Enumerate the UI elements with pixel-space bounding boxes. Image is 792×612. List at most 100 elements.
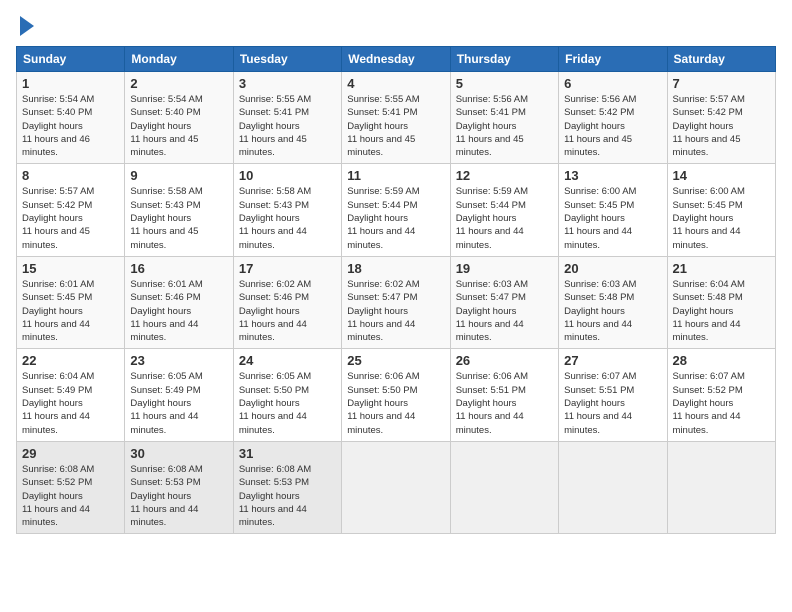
- day-info: Sunrise: 6:00 AMSunset: 5:45 PMDaylight …: [564, 186, 636, 250]
- calendar-cell: 6 Sunrise: 5:56 AMSunset: 5:42 PMDayligh…: [559, 72, 667, 164]
- day-number: 6: [564, 76, 661, 91]
- day-info: Sunrise: 6:03 AMSunset: 5:47 PMDaylight …: [456, 279, 528, 343]
- day-number: 17: [239, 261, 336, 276]
- day-info: Sunrise: 5:59 AMSunset: 5:44 PMDaylight …: [456, 186, 528, 250]
- week-row-4: 22 Sunrise: 6:04 AMSunset: 5:49 PMDaylig…: [17, 349, 776, 441]
- calendar-cell: [559, 441, 667, 533]
- day-number: 7: [673, 76, 770, 91]
- day-info: Sunrise: 6:02 AMSunset: 5:47 PMDaylight …: [347, 279, 419, 343]
- calendar-table: SundayMondayTuesdayWednesdayThursdayFrid…: [16, 46, 776, 534]
- calendar-cell: 4 Sunrise: 5:55 AMSunset: 5:41 PMDayligh…: [342, 72, 450, 164]
- logo-arrow-icon: [20, 16, 34, 36]
- day-info: Sunrise: 6:01 AMSunset: 5:46 PMDaylight …: [130, 279, 202, 343]
- day-info: Sunrise: 6:06 AMSunset: 5:50 PMDaylight …: [347, 371, 419, 435]
- day-number: 29: [22, 446, 119, 461]
- calendar-cell: 10 Sunrise: 5:58 AMSunset: 5:43 PMDaylig…: [233, 164, 341, 256]
- calendar-cell: 3 Sunrise: 5:55 AMSunset: 5:41 PMDayligh…: [233, 72, 341, 164]
- calendar-cell: 14 Sunrise: 6:00 AMSunset: 5:45 PMDaylig…: [667, 164, 775, 256]
- day-info: Sunrise: 6:07 AMSunset: 5:51 PMDaylight …: [564, 371, 636, 435]
- calendar-cell: 2 Sunrise: 5:54 AMSunset: 5:40 PMDayligh…: [125, 72, 233, 164]
- day-number: 1: [22, 76, 119, 91]
- day-info: Sunrise: 6:08 AMSunset: 5:52 PMDaylight …: [22, 464, 94, 528]
- day-number: 2: [130, 76, 227, 91]
- day-info: Sunrise: 5:54 AMSunset: 5:40 PMDaylight …: [22, 94, 94, 158]
- header: [16, 16, 776, 36]
- day-number: 24: [239, 353, 336, 368]
- day-number: 25: [347, 353, 444, 368]
- calendar-cell: 30 Sunrise: 6:08 AMSunset: 5:53 PMDaylig…: [125, 441, 233, 533]
- calendar-cell: 24 Sunrise: 6:05 AMSunset: 5:50 PMDaylig…: [233, 349, 341, 441]
- day-info: Sunrise: 6:01 AMSunset: 5:45 PMDaylight …: [22, 279, 94, 343]
- calendar-cell: 5 Sunrise: 5:56 AMSunset: 5:41 PMDayligh…: [450, 72, 558, 164]
- week-row-5: 29 Sunrise: 6:08 AMSunset: 5:52 PMDaylig…: [17, 441, 776, 533]
- day-info: Sunrise: 6:08 AMSunset: 5:53 PMDaylight …: [130, 464, 202, 528]
- calendar-cell: 8 Sunrise: 5:57 AMSunset: 5:42 PMDayligh…: [17, 164, 125, 256]
- calendar-cell: 17 Sunrise: 6:02 AMSunset: 5:46 PMDaylig…: [233, 256, 341, 348]
- day-number: 31: [239, 446, 336, 461]
- day-info: Sunrise: 5:54 AMSunset: 5:40 PMDaylight …: [130, 94, 202, 158]
- main-container: SundayMondayTuesdayWednesdayThursdayFrid…: [0, 0, 792, 542]
- calendar-cell: 16 Sunrise: 6:01 AMSunset: 5:46 PMDaylig…: [125, 256, 233, 348]
- header-day-sunday: Sunday: [17, 47, 125, 72]
- day-number: 8: [22, 168, 119, 183]
- day-info: Sunrise: 5:58 AMSunset: 5:43 PMDaylight …: [239, 186, 311, 250]
- calendar-cell: 31 Sunrise: 6:08 AMSunset: 5:53 PMDaylig…: [233, 441, 341, 533]
- day-info: Sunrise: 5:56 AMSunset: 5:41 PMDaylight …: [456, 94, 528, 158]
- day-number: 27: [564, 353, 661, 368]
- day-info: Sunrise: 5:57 AMSunset: 5:42 PMDaylight …: [673, 94, 745, 158]
- day-number: 20: [564, 261, 661, 276]
- day-number: 22: [22, 353, 119, 368]
- day-info: Sunrise: 5:58 AMSunset: 5:43 PMDaylight …: [130, 186, 202, 250]
- calendar-cell: 23 Sunrise: 6:05 AMSunset: 5:49 PMDaylig…: [125, 349, 233, 441]
- calendar-cell: 7 Sunrise: 5:57 AMSunset: 5:42 PMDayligh…: [667, 72, 775, 164]
- day-info: Sunrise: 5:59 AMSunset: 5:44 PMDaylight …: [347, 186, 419, 250]
- day-number: 13: [564, 168, 661, 183]
- header-day-tuesday: Tuesday: [233, 47, 341, 72]
- day-number: 14: [673, 168, 770, 183]
- calendar-header-row: SundayMondayTuesdayWednesdayThursdayFrid…: [17, 47, 776, 72]
- week-row-2: 8 Sunrise: 5:57 AMSunset: 5:42 PMDayligh…: [17, 164, 776, 256]
- day-info: Sunrise: 6:02 AMSunset: 5:46 PMDaylight …: [239, 279, 311, 343]
- day-info: Sunrise: 6:00 AMSunset: 5:45 PMDaylight …: [673, 186, 745, 250]
- calendar-cell: [342, 441, 450, 533]
- day-info: Sunrise: 6:04 AMSunset: 5:48 PMDaylight …: [673, 279, 745, 343]
- day-number: 4: [347, 76, 444, 91]
- calendar-cell: 13 Sunrise: 6:00 AMSunset: 5:45 PMDaylig…: [559, 164, 667, 256]
- calendar-cell: 26 Sunrise: 6:06 AMSunset: 5:51 PMDaylig…: [450, 349, 558, 441]
- logo: [16, 16, 34, 36]
- day-info: Sunrise: 5:55 AMSunset: 5:41 PMDaylight …: [239, 94, 311, 158]
- day-info: Sunrise: 6:04 AMSunset: 5:49 PMDaylight …: [22, 371, 94, 435]
- day-number: 15: [22, 261, 119, 276]
- calendar-cell: 9 Sunrise: 5:58 AMSunset: 5:43 PMDayligh…: [125, 164, 233, 256]
- day-info: Sunrise: 6:03 AMSunset: 5:48 PMDaylight …: [564, 279, 636, 343]
- day-number: 21: [673, 261, 770, 276]
- calendar-cell: 19 Sunrise: 6:03 AMSunset: 5:47 PMDaylig…: [450, 256, 558, 348]
- header-day-thursday: Thursday: [450, 47, 558, 72]
- day-number: 28: [673, 353, 770, 368]
- header-day-friday: Friday: [559, 47, 667, 72]
- calendar-cell: 18 Sunrise: 6:02 AMSunset: 5:47 PMDaylig…: [342, 256, 450, 348]
- day-info: Sunrise: 5:55 AMSunset: 5:41 PMDaylight …: [347, 94, 419, 158]
- day-info: Sunrise: 6:05 AMSunset: 5:50 PMDaylight …: [239, 371, 311, 435]
- calendar-cell: 20 Sunrise: 6:03 AMSunset: 5:48 PMDaylig…: [559, 256, 667, 348]
- calendar-cell: 11 Sunrise: 5:59 AMSunset: 5:44 PMDaylig…: [342, 164, 450, 256]
- calendar-cell: 1 Sunrise: 5:54 AMSunset: 5:40 PMDayligh…: [17, 72, 125, 164]
- day-number: 9: [130, 168, 227, 183]
- header-day-wednesday: Wednesday: [342, 47, 450, 72]
- day-number: 3: [239, 76, 336, 91]
- day-number: 30: [130, 446, 227, 461]
- calendar-cell: 21 Sunrise: 6:04 AMSunset: 5:48 PMDaylig…: [667, 256, 775, 348]
- calendar-cell: 25 Sunrise: 6:06 AMSunset: 5:50 PMDaylig…: [342, 349, 450, 441]
- calendar-cell: 22 Sunrise: 6:04 AMSunset: 5:49 PMDaylig…: [17, 349, 125, 441]
- day-info: Sunrise: 6:08 AMSunset: 5:53 PMDaylight …: [239, 464, 311, 528]
- day-number: 19: [456, 261, 553, 276]
- day-info: Sunrise: 5:57 AMSunset: 5:42 PMDaylight …: [22, 186, 94, 250]
- calendar-cell: 12 Sunrise: 5:59 AMSunset: 5:44 PMDaylig…: [450, 164, 558, 256]
- day-info: Sunrise: 6:05 AMSunset: 5:49 PMDaylight …: [130, 371, 202, 435]
- day-number: 12: [456, 168, 553, 183]
- day-number: 11: [347, 168, 444, 183]
- calendar-cell: 28 Sunrise: 6:07 AMSunset: 5:52 PMDaylig…: [667, 349, 775, 441]
- day-number: 5: [456, 76, 553, 91]
- header-day-saturday: Saturday: [667, 47, 775, 72]
- day-info: Sunrise: 6:07 AMSunset: 5:52 PMDaylight …: [673, 371, 745, 435]
